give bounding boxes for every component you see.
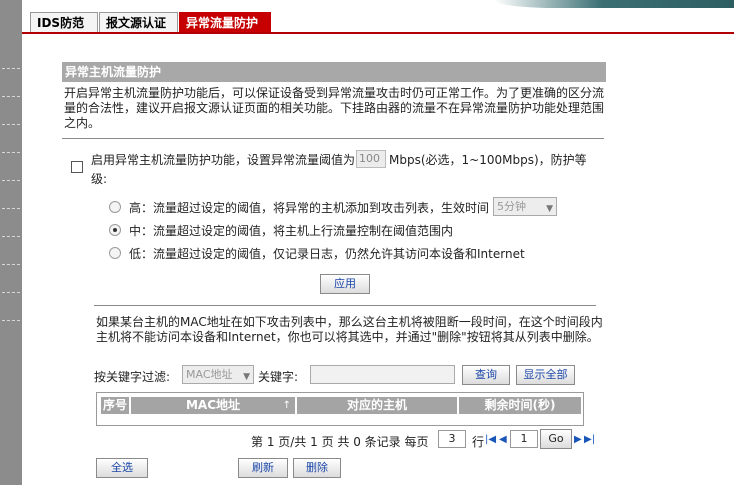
first-page-icon[interactable]: |◀ bbox=[485, 433, 496, 447]
filter-field-value: MAC地址 bbox=[186, 368, 233, 381]
left-sidebar bbox=[0, 0, 22, 485]
sidebar-divider bbox=[2, 320, 20, 321]
effect-time-select[interactable]: 5分钟 ▼ bbox=[493, 197, 557, 216]
attack-list-description: 如果某台主机的MAC地址在如下攻击列表中，那么这台主机将被阻断一段时间，在这个时… bbox=[96, 315, 603, 344]
enable-label-wrap: 级: bbox=[91, 172, 108, 186]
next-page-icon[interactable]: ▶ bbox=[574, 433, 582, 447]
last-page-icon[interactable]: ▶| bbox=[584, 433, 595, 447]
header-decoration bbox=[494, 0, 734, 8]
level-low-label: 低：流量超过设定的阈值，仅记录日志，仍然允许其访问本设备和Internet bbox=[129, 247, 525, 261]
show-all-button[interactable]: 显示全部 bbox=[516, 365, 575, 385]
level-high-label: 高：流量超过设定的阈值，将异常的主机添加到攻击列表，生效时间 bbox=[129, 201, 490, 215]
enable-protection-checkbox[interactable] bbox=[71, 161, 83, 173]
col-header-host[interactable]: 对应的主机 bbox=[297, 397, 457, 414]
level-low-radio[interactable] bbox=[109, 247, 121, 259]
col-header-index[interactable]: 序号 bbox=[101, 397, 129, 414]
pager-summary: 第 1 页/共 1 页 共 0 条记录 每页 bbox=[251, 435, 429, 449]
prev-page-icon[interactable]: ◀ bbox=[499, 433, 507, 447]
effect-time-value: 5分钟 bbox=[497, 200, 526, 213]
col-header-mac-label: MAC地址 bbox=[185, 398, 241, 412]
sort-asc-icon: ↑ bbox=[282, 400, 291, 411]
sidebar-divider bbox=[2, 292, 20, 293]
page-input[interactable]: 1 bbox=[510, 430, 538, 448]
apply-button[interactable]: 应用 bbox=[320, 274, 370, 294]
keyword-label: 关键字: bbox=[258, 370, 299, 384]
go-button[interactable]: Go bbox=[540, 429, 572, 449]
enable-label-suffix: Mbps(必选，1~100Mbps)，防护等 bbox=[389, 153, 587, 167]
filter-label: 按关键字过滤: bbox=[94, 370, 171, 384]
level-medium-label: 中：流量超过设定的阈值，将主机上行流量控制在阈值范围内 bbox=[129, 224, 454, 238]
sidebar-divider bbox=[2, 96, 20, 97]
attack-table: 序号 MAC地址 ↑ 对应的主机 剩余时间(秒) bbox=[96, 392, 584, 426]
filter-field-select[interactable]: MAC地址 ▼ bbox=[182, 365, 254, 384]
chevron-down-icon: ▼ bbox=[546, 204, 553, 214]
keyword-input[interactable] bbox=[310, 365, 455, 384]
level-high-radio[interactable] bbox=[109, 201, 121, 213]
col-header-mac[interactable]: MAC地址 ↑ bbox=[131, 397, 295, 414]
tab-bar: IDS防范 报文源认证 异常流量防护 bbox=[22, 0, 734, 34]
query-button[interactable]: 查询 bbox=[462, 365, 510, 385]
chevron-down-icon: ▼ bbox=[243, 372, 250, 382]
per-page-input[interactable]: 3 bbox=[438, 430, 466, 448]
section-title: 异常主机流量防护 bbox=[62, 62, 606, 82]
select-all-button[interactable]: 全选 bbox=[96, 458, 148, 478]
divider bbox=[94, 305, 596, 306]
sidebar-divider bbox=[2, 236, 20, 237]
sidebar-divider bbox=[2, 264, 20, 265]
tab-abnormal-traffic[interactable]: 异常流量防护 bbox=[179, 12, 271, 33]
tab-source-auth[interactable]: 报文源认证 bbox=[99, 12, 178, 33]
sidebar-divider bbox=[2, 68, 20, 69]
divider bbox=[62, 138, 604, 139]
enable-label-prefix: 启用异常主机流量防护功能，设置异常流量阈值为 bbox=[91, 153, 356, 167]
section-description: 开启异常主机流量防护功能后，可以保证设备受到异常流量攻击时仍可正常工作。为了更准… bbox=[64, 86, 605, 130]
tab-ids-defense[interactable]: IDS防范 bbox=[30, 12, 98, 33]
tab-bar-rule bbox=[22, 32, 734, 34]
per-page-suffix: 行 bbox=[472, 435, 485, 449]
delete-button[interactable]: 删除 bbox=[293, 458, 341, 478]
sidebar-divider bbox=[2, 180, 20, 181]
threshold-input[interactable]: 100 bbox=[356, 150, 386, 168]
sidebar-divider bbox=[2, 208, 20, 209]
sidebar-divider bbox=[2, 124, 20, 125]
col-header-remaining[interactable]: 剩余时间(秒) bbox=[459, 397, 581, 414]
sidebar-divider bbox=[2, 152, 20, 153]
refresh-button[interactable]: 刷新 bbox=[238, 458, 288, 478]
level-medium-radio[interactable] bbox=[109, 224, 121, 236]
